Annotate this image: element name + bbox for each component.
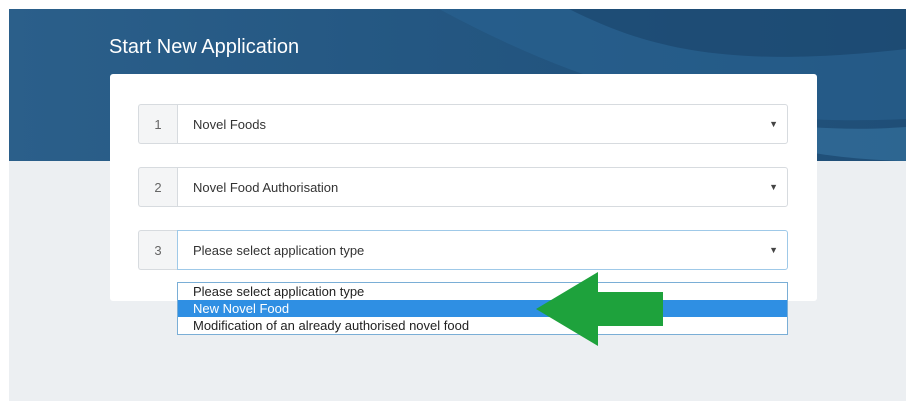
step-row-2: 2 Novel Food Authorisation ▼ <box>138 167 788 207</box>
pointer-arrow-icon <box>536 272 663 346</box>
app-frame: Start New Application 1 Novel Foods ▼ 2 … <box>9 9 906 401</box>
application-form-card: 1 Novel Foods ▼ 2 Novel Food Authorisati… <box>110 74 817 301</box>
caret-down-icon: ▼ <box>769 119 778 129</box>
select-value: Novel Food Authorisation <box>193 179 339 195</box>
application-type-dropdown: Please select application type New Novel… <box>177 282 788 335</box>
caret-down-icon: ▼ <box>769 182 778 192</box>
subcategory-select[interactable]: Novel Food Authorisation ▼ <box>177 167 788 207</box>
select-value: Novel Foods <box>193 116 266 132</box>
step-row-3: 3 Please select application type ▼ <box>138 230 788 270</box>
dropdown-option[interactable]: Please select application type <box>178 283 787 300</box>
dropdown-option-selected[interactable]: New Novel Food <box>178 300 787 317</box>
step-number: 3 <box>138 230 177 270</box>
step-number: 1 <box>138 104 177 144</box>
select-value: Please select application type <box>193 242 365 258</box>
caret-down-icon: ▼ <box>769 245 778 255</box>
dropdown-option[interactable]: Modification of an already authorised no… <box>178 317 787 334</box>
step-number: 2 <box>138 167 177 207</box>
page-title: Start New Application <box>109 36 300 58</box>
application-type-select[interactable]: Please select application type ▼ <box>177 230 788 270</box>
step-row-1: 1 Novel Foods ▼ <box>138 104 788 144</box>
category-select[interactable]: Novel Foods ▼ <box>177 104 788 144</box>
